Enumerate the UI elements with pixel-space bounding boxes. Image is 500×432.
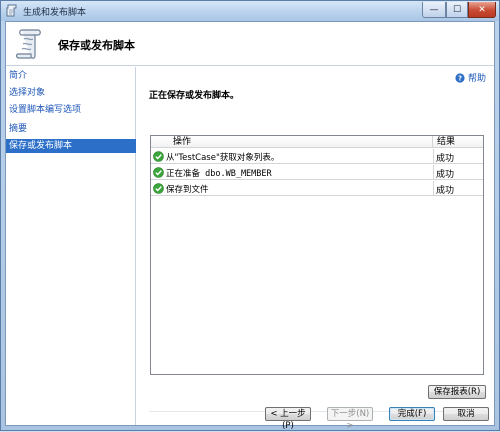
success-check-icon (153, 183, 164, 194)
maximize-button[interactable]: ☐ (446, 2, 468, 18)
sidebar-item-intro[interactable]: 简介 (6, 69, 136, 83)
save-report-button[interactable]: 保存报表(R) (428, 385, 486, 399)
column-divider (433, 165, 434, 180)
row-result-text: 成功 (436, 170, 455, 180)
minimize-button[interactable]: — (422, 2, 446, 18)
finish-button[interactable]: 完成(F) (389, 407, 435, 421)
success-check-icon (153, 151, 164, 162)
table-row[interactable]: 从"TestCase"获取对象列表。 成功 (151, 149, 483, 164)
svg-text:?: ? (458, 74, 462, 82)
script-app-icon (6, 4, 17, 17)
window-title: 生成和发布脚本 (23, 8, 87, 18)
help-icon: ? (455, 72, 465, 83)
page-title: 保存或发布脚本 (58, 39, 135, 52)
results-table[interactable]: 操作 结果 从"TestCase"获取对象列表。 成功 正在准备 dbo.WB_… (150, 135, 484, 375)
sidebar-item-summary[interactable]: 摘要 (6, 122, 136, 136)
wizard-steps-sidebar: 简介 选择对象 设置脚本编写选项 摘要 保存或发布脚本 (6, 67, 136, 425)
row-result-text: 成功 (436, 154, 455, 164)
row-result-text: 成功 (436, 186, 455, 196)
next-button[interactable]: 下一步(N) > (327, 407, 373, 431)
sidebar-item-choose-objects[interactable]: 选择对象 (6, 86, 136, 100)
cancel-button[interactable]: 取消 (443, 407, 489, 421)
wizard-window: 生成和发布脚本 — ☐ ✕ 保存或发布脚本 简介 选择对象 设置脚本编写选项 摘… (0, 0, 500, 431)
main-panel: ? 帮助 正在保存或发布脚本。 操作 结果 从"TestCase"获取对象列表。… (137, 67, 494, 431)
script-scroll-icon (16, 29, 41, 59)
row-action-text: 正在准备 dbo.WB_MEMBER (166, 169, 272, 179)
close-button[interactable]: ✕ (468, 2, 496, 18)
success-check-icon (153, 167, 164, 178)
help-label: 帮助 (467, 74, 486, 84)
back-button[interactable]: < 上一步(P) (265, 407, 311, 431)
sidebar-item-save-publish[interactable]: 保存或发布脚本 (6, 139, 136, 153)
table-row[interactable]: 正在准备 dbo.WB_MEMBER 成功 (151, 165, 483, 180)
row-action-text: 从"TestCase"获取对象列表。 (166, 153, 280, 163)
status-heading: 正在保存或发布脚本。 (149, 91, 240, 101)
table-row[interactable]: 保存到文件 成功 (151, 181, 483, 196)
wizard-header: 保存或发布脚本 (6, 22, 494, 66)
column-divider (433, 149, 434, 164)
title-bar[interactable]: 生成和发布脚本 — ☐ ✕ (1, 1, 499, 21)
help-link[interactable]: ? 帮助 (455, 71, 486, 84)
wizard-client-area: 保存或发布脚本 简介 选择对象 设置脚本编写选项 摘要 保存或发布脚本 ? 帮助… (5, 21, 495, 431)
row-action-text: 保存到文件 (166, 185, 209, 195)
sidebar-item-scripting-options[interactable]: 设置脚本编写选项 (6, 103, 136, 117)
column-header-action[interactable]: 操作 (151, 136, 433, 148)
column-header-result[interactable]: 结果 (433, 136, 483, 148)
column-divider (433, 181, 434, 196)
